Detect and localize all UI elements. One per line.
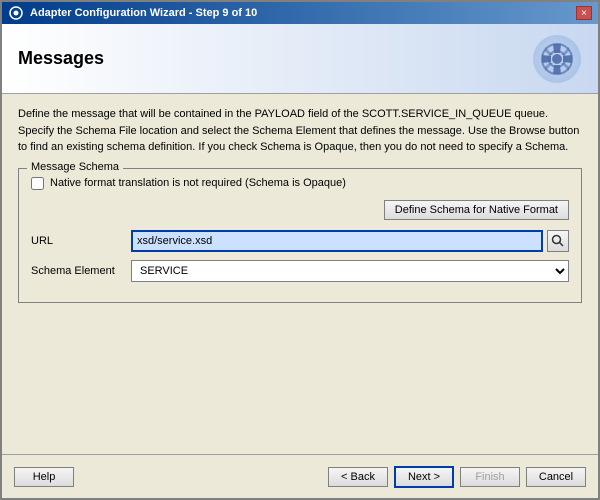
footer: Help < Back Next > Finish Cancel bbox=[2, 454, 598, 498]
define-schema-row: Define Schema for Native Format bbox=[31, 200, 569, 220]
opaque-checkbox-row: Native format translation is not require… bbox=[31, 177, 569, 190]
define-schema-button[interactable]: Define Schema for Native Format bbox=[384, 200, 569, 220]
opaque-checkbox[interactable] bbox=[31, 177, 44, 190]
search-icon bbox=[551, 234, 565, 248]
finish-button[interactable]: Finish bbox=[460, 467, 520, 487]
title-bar-text: Adapter Configuration Wizard - Step 9 of… bbox=[30, 7, 257, 19]
message-schema-group: Message Schema Native format translation… bbox=[18, 168, 582, 303]
schema-element-select[interactable]: SERVICE bbox=[131, 260, 569, 282]
header-gear-icon bbox=[532, 34, 582, 84]
main-window: Adapter Configuration Wizard - Step 9 of… bbox=[0, 0, 600, 500]
url-row: URL bbox=[31, 230, 569, 252]
url-label: URL bbox=[31, 235, 131, 247]
header-banner: Messages bbox=[2, 24, 598, 94]
help-button[interactable]: Help bbox=[14, 467, 74, 487]
url-input[interactable] bbox=[131, 230, 543, 252]
back-button[interactable]: < Back bbox=[328, 467, 388, 487]
group-label: Message Schema bbox=[27, 161, 123, 173]
close-button[interactable]: × bbox=[576, 6, 592, 20]
schema-element-row: Schema Element SERVICE bbox=[31, 260, 569, 282]
footer-right: < Back Next > Finish Cancel bbox=[328, 466, 586, 488]
next-button[interactable]: Next > bbox=[394, 466, 454, 488]
wizard-icon bbox=[8, 5, 24, 21]
url-field-wrapper bbox=[131, 230, 569, 252]
page-title: Messages bbox=[18, 48, 104, 69]
content-area: Define the message that will be containe… bbox=[2, 94, 598, 454]
schema-element-label: Schema Element bbox=[31, 265, 131, 277]
opaque-label[interactable]: Native format translation is not require… bbox=[50, 177, 346, 189]
footer-left: Help bbox=[14, 467, 328, 487]
url-browse-button[interactable] bbox=[547, 230, 569, 252]
description-text: Define the message that will be containe… bbox=[18, 106, 582, 156]
schema-element-wrapper: SERVICE bbox=[131, 260, 569, 282]
cancel-button[interactable]: Cancel bbox=[526, 467, 586, 487]
title-bar: Adapter Configuration Wizard - Step 9 of… bbox=[2, 2, 598, 24]
